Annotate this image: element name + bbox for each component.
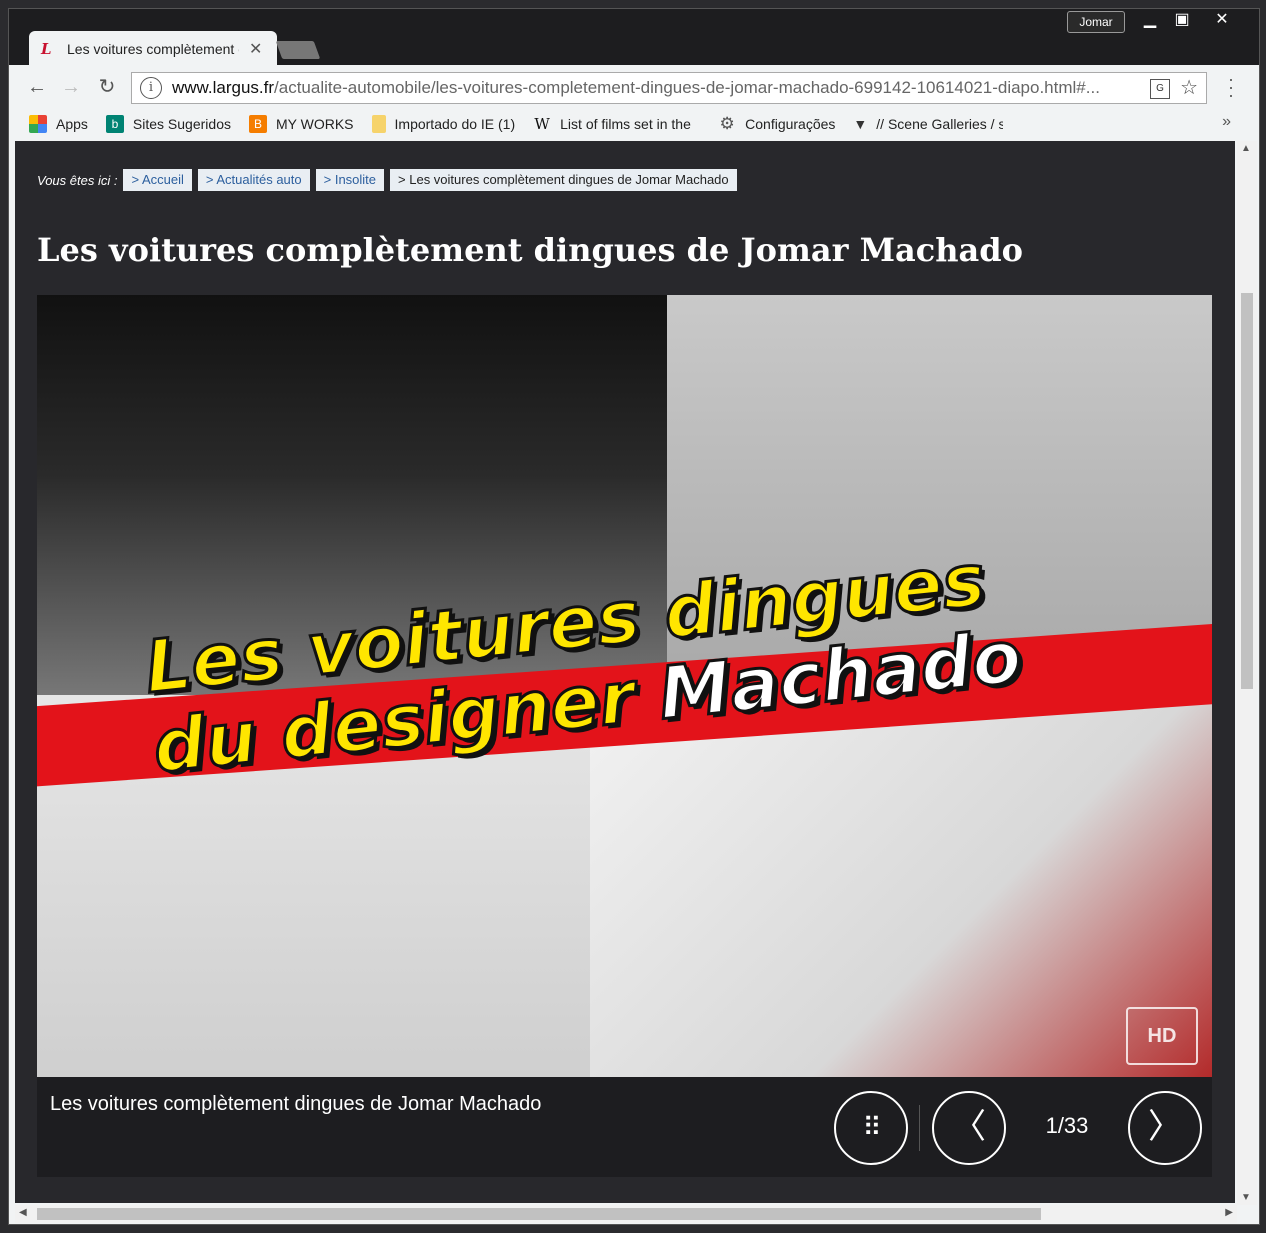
horizontal-scroll-thumb[interactable] bbox=[37, 1208, 1041, 1220]
previous-slide-icon[interactable]: 〈 bbox=[932, 1091, 1006, 1165]
address-bar[interactable]: i www.largus.fr/actualite-automobile/les… bbox=[131, 72, 1207, 104]
url-domain: www.largus.fr bbox=[172, 78, 275, 97]
vertical-scrollbar[interactable]: ▲ ▼ bbox=[1237, 141, 1257, 1205]
breadcrumb-insolite[interactable]: > Insolite bbox=[315, 169, 385, 191]
translate-icon[interactable]: G bbox=[1150, 79, 1170, 99]
site-info-icon[interactable]: i bbox=[140, 77, 162, 99]
gear-icon: ⚙ bbox=[719, 114, 735, 133]
bookmark-label: MY WORKS bbox=[275, 116, 354, 132]
breadcrumb-lead: Vous êtes ici : bbox=[37, 172, 118, 188]
bookmark-apps[interactable]: Apps bbox=[29, 115, 88, 133]
breadcrumb-accueil[interactable]: > Accueil bbox=[123, 169, 192, 191]
new-tab-button[interactable] bbox=[275, 41, 321, 59]
grid-view-icon[interactable]: ⠿ bbox=[834, 1091, 908, 1165]
browser-window: L Les voitures complètement dingues de J… bbox=[8, 8, 1260, 1225]
next-slide-icon[interactable]: 〉 bbox=[1128, 1091, 1202, 1165]
browser-toolbar: ← → ↻ i www.largus.fr/actualite-automobi… bbox=[9, 65, 1259, 109]
tab-close-icon[interactable]: ✕ bbox=[249, 39, 262, 59]
bookmark-importado-ie[interactable]: Importado do IE (1) bbox=[371, 115, 516, 133]
bookmarks-bar: Apps b Sites Sugeridos B MY WORKS Import… bbox=[9, 109, 1259, 139]
wikipedia-icon: W bbox=[534, 115, 550, 133]
reload-icon[interactable]: ↻ bbox=[93, 73, 121, 101]
bookmark-label: Sites Sugeridos bbox=[132, 116, 231, 132]
red-car-image bbox=[590, 695, 1212, 1077]
tab-title: Les voitures complètement dingues de Jom… bbox=[67, 41, 239, 57]
bookmark-my-works[interactable]: B MY WORKS bbox=[248, 115, 354, 133]
scroll-down-icon[interactable]: ▼ bbox=[1241, 1192, 1251, 1203]
bookmark-label: List of films set in the bbox=[560, 116, 691, 132]
apps-grid-icon bbox=[29, 115, 47, 133]
scene-logo-icon: ▼ bbox=[853, 116, 868, 132]
url-text[interactable]: www.largus.fr/actualite-automobile/les-v… bbox=[172, 78, 1142, 98]
slide-image[interactable]: Les voitures dingues du designer Machado… bbox=[37, 295, 1212, 1077]
bookmarks-overflow-icon[interactable]: » bbox=[1222, 113, 1231, 131]
slide-caption: Les voitures complètement dingues de Jom… bbox=[50, 1093, 542, 1115]
breadcrumb-actualites-auto[interactable]: > Actualités auto bbox=[197, 169, 310, 191]
page-title: Les voitures complètement dingues de Jom… bbox=[37, 231, 1023, 269]
vertical-scroll-thumb[interactable] bbox=[1241, 293, 1253, 689]
slideshow-viewer: Les voitures dingues du designer Machado… bbox=[37, 295, 1212, 1177]
bookmark-label: Apps bbox=[56, 116, 88, 132]
bookmark-list-of-films[interactable]: W List of films set in the bbox=[533, 115, 700, 133]
url-path: /actualite-automobile/les-voitures-compl… bbox=[274, 78, 1100, 97]
bookmark-label: // Scene Galleries / sc bbox=[876, 116, 1004, 132]
user-profile-badge[interactable]: Jomar bbox=[1067, 11, 1125, 33]
breadcrumb-current: > Les voitures complètement dingues de J… bbox=[390, 169, 737, 191]
largus-favicon-icon: L bbox=[41, 40, 52, 58]
page-content: Vous êtes ici : > Accueil > Actualités a… bbox=[15, 141, 1235, 1203]
scroll-up-icon[interactable]: ▲ bbox=[1241, 143, 1251, 154]
back-arrow-icon[interactable]: ← bbox=[23, 73, 51, 101]
slide-counter: 1/33 bbox=[1045, 1113, 1089, 1138]
bookmark-scene-galleries[interactable]: ▼ // Scene Galleries / sc bbox=[853, 115, 1003, 133]
forward-arrow-icon[interactable]: → bbox=[57, 73, 85, 101]
browser-tab[interactable]: L Les voitures complètement dingues de J… bbox=[29, 31, 277, 67]
window-close-button[interactable]: ✕ bbox=[1199, 9, 1245, 33]
horizontal-scrollbar[interactable]: ◀ ▶ bbox=[15, 1205, 1237, 1223]
bookmark-label: Configurações bbox=[745, 116, 836, 132]
browser-menu-icon[interactable]: · · · bbox=[1223, 70, 1239, 104]
title-bar: L Les voitures complètement dingues de J… bbox=[9, 9, 1259, 67]
blogger-icon: B bbox=[248, 115, 267, 133]
bookmark-sites-sugeridos[interactable]: b Sites Sugeridos bbox=[105, 115, 231, 133]
scroll-right-icon[interactable]: ▶ bbox=[1225, 1207, 1233, 1218]
bookmark-star-icon[interactable]: ☆ bbox=[1180, 75, 1198, 100]
folder-icon bbox=[371, 115, 386, 133]
scroll-left-icon[interactable]: ◀ bbox=[19, 1207, 27, 1218]
control-divider bbox=[919, 1105, 920, 1151]
hd-fullscreen-icon[interactable]: HD bbox=[1126, 1007, 1198, 1065]
bookmark-label: Importado do IE (1) bbox=[394, 116, 516, 132]
bookmark-configuracoes[interactable]: ⚙ Configurações bbox=[718, 114, 836, 133]
bing-icon: b bbox=[105, 115, 124, 133]
breadcrumb: Vous êtes ici : > Accueil > Actualités a… bbox=[37, 169, 743, 191]
